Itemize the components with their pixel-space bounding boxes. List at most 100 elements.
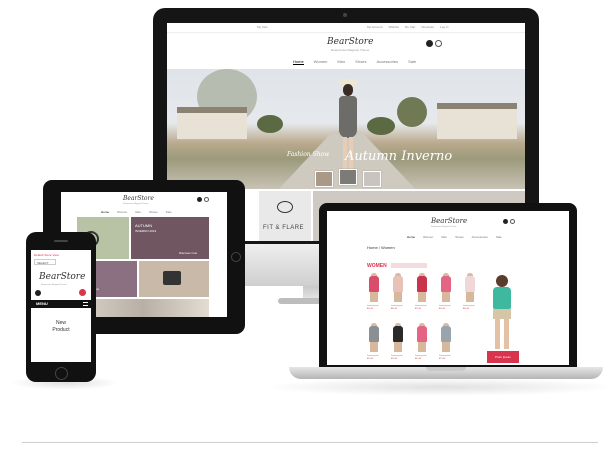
laptop-nav-item[interactable]: Home [407, 235, 415, 239]
hero-thumb[interactable] [363, 171, 381, 187]
product-model-legs [442, 292, 450, 302]
featured-model-leg [504, 319, 509, 349]
phone-select[interactable]: SELECT [34, 259, 56, 265]
search-icon[interactable] [426, 40, 433, 47]
tablet-home-button[interactable] [231, 252, 241, 262]
product-model-legs [370, 342, 378, 352]
cart-icon[interactable] [510, 219, 515, 224]
bottom-divider [22, 442, 598, 443]
promo-button[interactable]: Proin Ipsum [487, 351, 519, 363]
webcam [343, 13, 347, 17]
product-garment [465, 276, 475, 292]
hero-thumb[interactable] [315, 171, 333, 187]
desktop-topbar-link[interactable]: My Cart [405, 25, 416, 29]
cart-icon[interactable] [79, 289, 86, 296]
cart-icon[interactable] [204, 197, 209, 202]
hero-tree [367, 117, 395, 135]
product-model-legs [418, 292, 426, 302]
tablet-nav: Home Women Men Shoes Sale [101, 210, 172, 214]
desktop-nav-item[interactable]: Accessories [377, 59, 399, 65]
product-name[interactable]: Lorem ipsum [439, 305, 455, 307]
featured-model-top [493, 287, 511, 309]
desktop-topbar-left[interactable]: My Cart [257, 25, 268, 29]
product-price: $59.00 [367, 358, 374, 360]
product-name[interactable]: Lorem ipsum [463, 305, 479, 307]
camera-icon [163, 271, 181, 285]
product-name[interactable]: Lorem ipsum [367, 355, 383, 357]
phone-speaker [54, 240, 68, 242]
product-garment [393, 326, 403, 342]
tablet-nav-item[interactable]: Sale [166, 210, 172, 214]
desktop-nav-item[interactable]: Home [293, 59, 304, 65]
laptop-nav-item[interactable]: Shoes [455, 235, 464, 239]
phone-new-product[interactable]: New Product [31, 320, 91, 334]
product-name[interactable]: Lorem ipsum [391, 305, 407, 307]
hero-banner[interactable]: Fashion Show Autumn Inverno [167, 69, 525, 189]
featured-model[interactable] [487, 275, 517, 355]
tablet-nav-item[interactable]: Men [135, 210, 141, 214]
product-name[interactable]: Lorem ipsum [439, 355, 455, 357]
search-icon[interactable] [197, 197, 202, 202]
desktop-nav-item[interactable]: Shoes [355, 59, 366, 65]
desktop-nav: Home Women Men Shoes Accessories Sale [293, 59, 416, 65]
product-model-legs [466, 292, 474, 302]
laptop-nav-item[interactable]: Accessories [472, 235, 488, 239]
tablet-image-camera[interactable] [139, 261, 209, 297]
laptop-nav: Home Women Men Shoes Accessories Sale [407, 235, 502, 239]
laptop-screen: BearStore Responsive Magento Theme Home … [327, 211, 569, 365]
tablet-nav-item[interactable]: Women [117, 210, 127, 214]
laptop-tagline: Responsive Magento Theme [431, 226, 457, 228]
desktop-topbar-link[interactable]: My Account [367, 25, 383, 29]
desktop-nav-item[interactable]: Men [337, 59, 345, 65]
laptop-nav-item[interactable]: Women [423, 235, 433, 239]
desktop-topbar: My Cart My Account Wishlist My Cart Chec… [167, 23, 525, 33]
product-name[interactable]: Lorem ipsum [415, 305, 431, 307]
hero-thumb[interactable] [339, 169, 357, 185]
product-model-legs [394, 342, 402, 352]
product-garment [417, 276, 427, 292]
hero-small-caption: Fashion Show [287, 151, 330, 158]
tablet-nav-item[interactable]: Shoes [149, 210, 158, 214]
tablet-panel-subtitle: INVERNO 2013 [135, 229, 157, 233]
laptop-breadcrumb[interactable]: Home / Women [367, 245, 395, 250]
product-model-legs [418, 342, 426, 352]
phone-menu-button[interactable]: MENU [31, 300, 91, 308]
desktop-topbar-link[interactable]: Wishlist [389, 25, 399, 29]
phone-store-view[interactable]: Default Store View [34, 253, 59, 257]
product-price: $99.00 [391, 358, 398, 360]
product-garment [441, 276, 451, 292]
tablet-nav-item[interactable]: Home [101, 210, 109, 214]
laptop-section-title: WOMEN [367, 263, 387, 269]
search-icon[interactable] [503, 219, 508, 224]
desktop-nav-item[interactable]: Sale [408, 59, 416, 65]
desktop-topbar-link[interactable]: Log In [440, 25, 448, 29]
laptop-filter-bar[interactable] [391, 263, 427, 268]
product-name[interactable]: Lorem ipsum [367, 305, 383, 307]
product-price: $99.00 [367, 308, 374, 310]
featured-model-leg [495, 319, 500, 349]
hero-tree [257, 115, 283, 133]
tablet-panel-1[interactable]: AUTUMN INVERNO 2013 Discover now [131, 217, 209, 259]
desktop-topbar-link[interactable]: Checkout [421, 25, 434, 29]
product-name[interactable]: Lorem ipsum [415, 355, 431, 357]
tablet-panel-title: AUTUMN [135, 223, 153, 228]
desktop-logo[interactable]: BearStore [327, 37, 373, 47]
search-icon[interactable] [35, 290, 41, 296]
laptop-logo[interactable]: BearStore [431, 217, 467, 225]
hero-big-caption: Autumn Inverno [345, 149, 453, 164]
product-name[interactable]: Lorem ipsum [391, 355, 407, 357]
hero-model [333, 79, 363, 179]
cart-icon[interactable] [435, 40, 442, 47]
tablet-panel-button[interactable]: Discover now [179, 251, 197, 255]
hamburger-icon[interactable] [83, 302, 88, 306]
laptop-nav-item[interactable]: Sale [496, 235, 502, 239]
hero-model-dress [339, 96, 357, 138]
featured-model-shorts [493, 309, 511, 319]
desktop-nav-item[interactable]: Women [314, 59, 328, 65]
tablet-logo[interactable]: BearStore [123, 195, 154, 202]
phone-logo[interactable]: BearStore [39, 272, 85, 282]
hero-tree [397, 97, 427, 127]
product-model-legs [370, 292, 378, 302]
laptop-nav-item[interactable]: Men [441, 235, 447, 239]
phone-home-button[interactable] [55, 367, 68, 380]
